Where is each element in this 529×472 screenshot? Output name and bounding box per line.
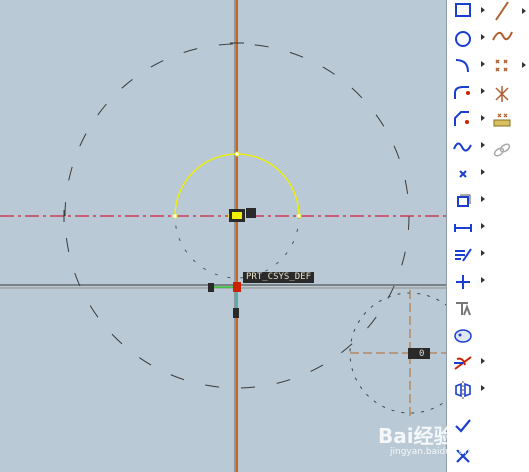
csys-y-marker (233, 308, 239, 318)
constraint-tool[interactable] (451, 270, 485, 294)
mirror-tool[interactable] (451, 378, 485, 402)
chain-icon (493, 143, 511, 157)
curve-icon (492, 31, 513, 41)
curve-tool[interactable] (490, 24, 514, 48)
measure-icon (493, 113, 511, 127)
done-tool[interactable] (451, 414, 475, 438)
text-tool[interactable] (451, 297, 475, 321)
endpoint-left (172, 213, 178, 219)
circle-flyout-arrow[interactable] (481, 34, 485, 40)
line-icon (495, 1, 509, 21)
lower-dimension-label: 0 (419, 349, 425, 359)
sketch-graphics[interactable] (0, 0, 446, 472)
sketch-toolbar-secondary (486, 0, 529, 472)
fillet-icon (454, 86, 470, 99)
spline-icon (453, 142, 472, 152)
mirror-icon (455, 381, 471, 399)
constraint-flyout-arrow[interactable] (481, 277, 485, 283)
point-icon (459, 170, 467, 178)
palette-tool[interactable] (451, 324, 475, 348)
dimension-icon (454, 224, 472, 232)
point-flyout-arrow[interactable] (481, 169, 485, 175)
center-marker-highlight (232, 212, 242, 219)
coordinate-system-tool[interactable] (490, 82, 514, 106)
chamfer-tool[interactable] (451, 108, 485, 132)
csys-icon (495, 86, 509, 102)
sketch-canvas[interactable]: PRT_CSYS_DEF 0 (0, 0, 446, 472)
chamfer-flyout-arrow[interactable] (481, 115, 485, 121)
circle-tool[interactable] (451, 27, 485, 51)
palette-icon (454, 329, 472, 343)
rectangle-flyout-arrow[interactable] (481, 7, 485, 13)
endpoint-right (296, 213, 302, 219)
arc-flyout-arrow[interactable] (481, 61, 485, 67)
close-icon (456, 449, 470, 463)
circle-icon (455, 31, 471, 47)
trim-icon (454, 356, 472, 370)
spline-tool[interactable] (451, 135, 485, 159)
arc-tool[interactable] (451, 54, 485, 78)
trim-flyout-arrow[interactable] (481, 358, 485, 364)
offset-tool[interactable] (451, 189, 485, 213)
check-icon (455, 419, 471, 433)
rectangle-tool[interactable] (451, 0, 485, 24)
dimension-flyout-arrow[interactable] (481, 223, 485, 229)
offset-flyout-arrow[interactable] (481, 196, 485, 202)
modify-icon (455, 248, 472, 262)
fillet-tool[interactable] (451, 81, 485, 105)
line-tool[interactable] (490, 0, 526, 24)
measure-tool[interactable] (490, 108, 514, 132)
modify-flyout-arrow[interactable] (481, 250, 485, 256)
arc-icon (455, 59, 469, 73)
endpoint-top (234, 151, 240, 157)
point-array-tool[interactable] (490, 54, 526, 78)
cancel-tool[interactable] (451, 444, 475, 468)
line-flyout-arrow[interactable] (522, 8, 526, 14)
rectangle-icon (455, 3, 471, 17)
csys-origin-marker (233, 282, 241, 292)
spline-flyout-arrow[interactable] (481, 142, 485, 148)
csys-x-marker (208, 283, 214, 292)
point-array-flyout-arrow[interactable] (522, 62, 526, 68)
offset-icon (457, 194, 471, 207)
point-tool[interactable] (451, 162, 485, 186)
sketch-toolbar (446, 0, 487, 472)
center-marker-tag (246, 208, 256, 218)
fillet-flyout-arrow[interactable] (481, 88, 485, 94)
point-array-icon (495, 59, 508, 72)
chain-tool[interactable] (490, 138, 514, 162)
constraint-icon (456, 275, 470, 289)
mirror-flyout-arrow[interactable] (481, 385, 485, 391)
chamfer-icon (454, 111, 469, 126)
dimension-tool[interactable] (451, 216, 485, 240)
modify-tool[interactable] (451, 243, 485, 267)
trim-tool[interactable] (451, 351, 485, 375)
text-icon (456, 302, 471, 316)
csys-label: PRT_CSYS_DEF (243, 272, 315, 283)
